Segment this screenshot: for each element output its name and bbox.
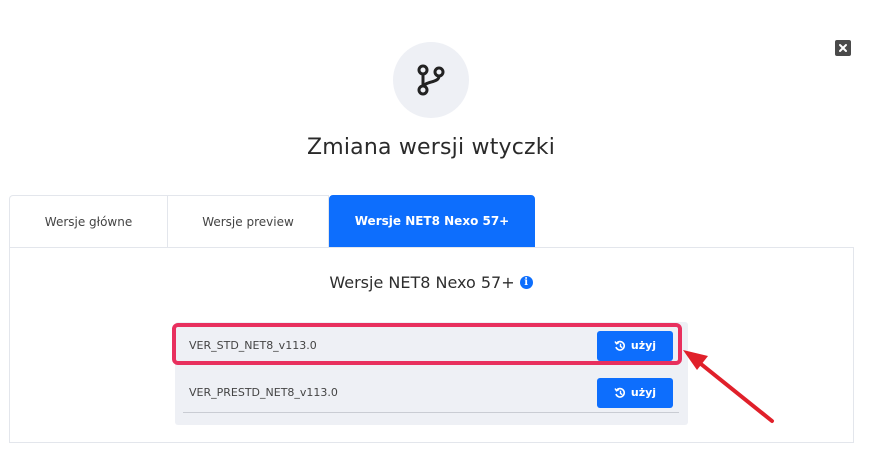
close-button[interactable] xyxy=(835,40,851,56)
modal-title: Zmiana wersji wtyczki xyxy=(306,135,556,160)
panel-title: Wersje NET8 Nexo 57+ xyxy=(329,273,515,292)
use-button-label: użyj xyxy=(630,339,657,352)
use-version-button[interactable]: użyj xyxy=(597,377,673,408)
header-icon-container xyxy=(393,42,469,118)
close-icon xyxy=(839,44,847,52)
version-name: VER_STD_NET8_v113.0 xyxy=(189,339,317,352)
tab-main-versions[interactable]: Wersje główne xyxy=(9,195,168,247)
use-version-button[interactable]: użyj xyxy=(597,330,673,361)
history-icon xyxy=(614,340,625,351)
tab-preview-versions[interactable]: Wersje preview xyxy=(168,195,329,247)
version-row: VER_PRESTD_NET8_v113.0 użyj xyxy=(183,373,679,413)
version-tabs: Wersje główne Wersje preview Wersje NET8… xyxy=(9,195,535,248)
history-icon xyxy=(614,387,625,398)
tab-net8-versions[interactable]: Wersje NET8 Nexo 57+ xyxy=(329,195,535,247)
version-row: VER_STD_NET8_v113.0 użyj xyxy=(183,328,679,364)
info-icon[interactable]: i xyxy=(519,276,533,289)
use-button-label: użyj xyxy=(630,386,657,399)
git-branch-icon xyxy=(417,64,445,96)
version-name: VER_PRESTD_NET8_v113.0 xyxy=(189,386,338,399)
panel-title-wrap: Wersje NET8 Nexo 57+ i xyxy=(0,273,862,292)
